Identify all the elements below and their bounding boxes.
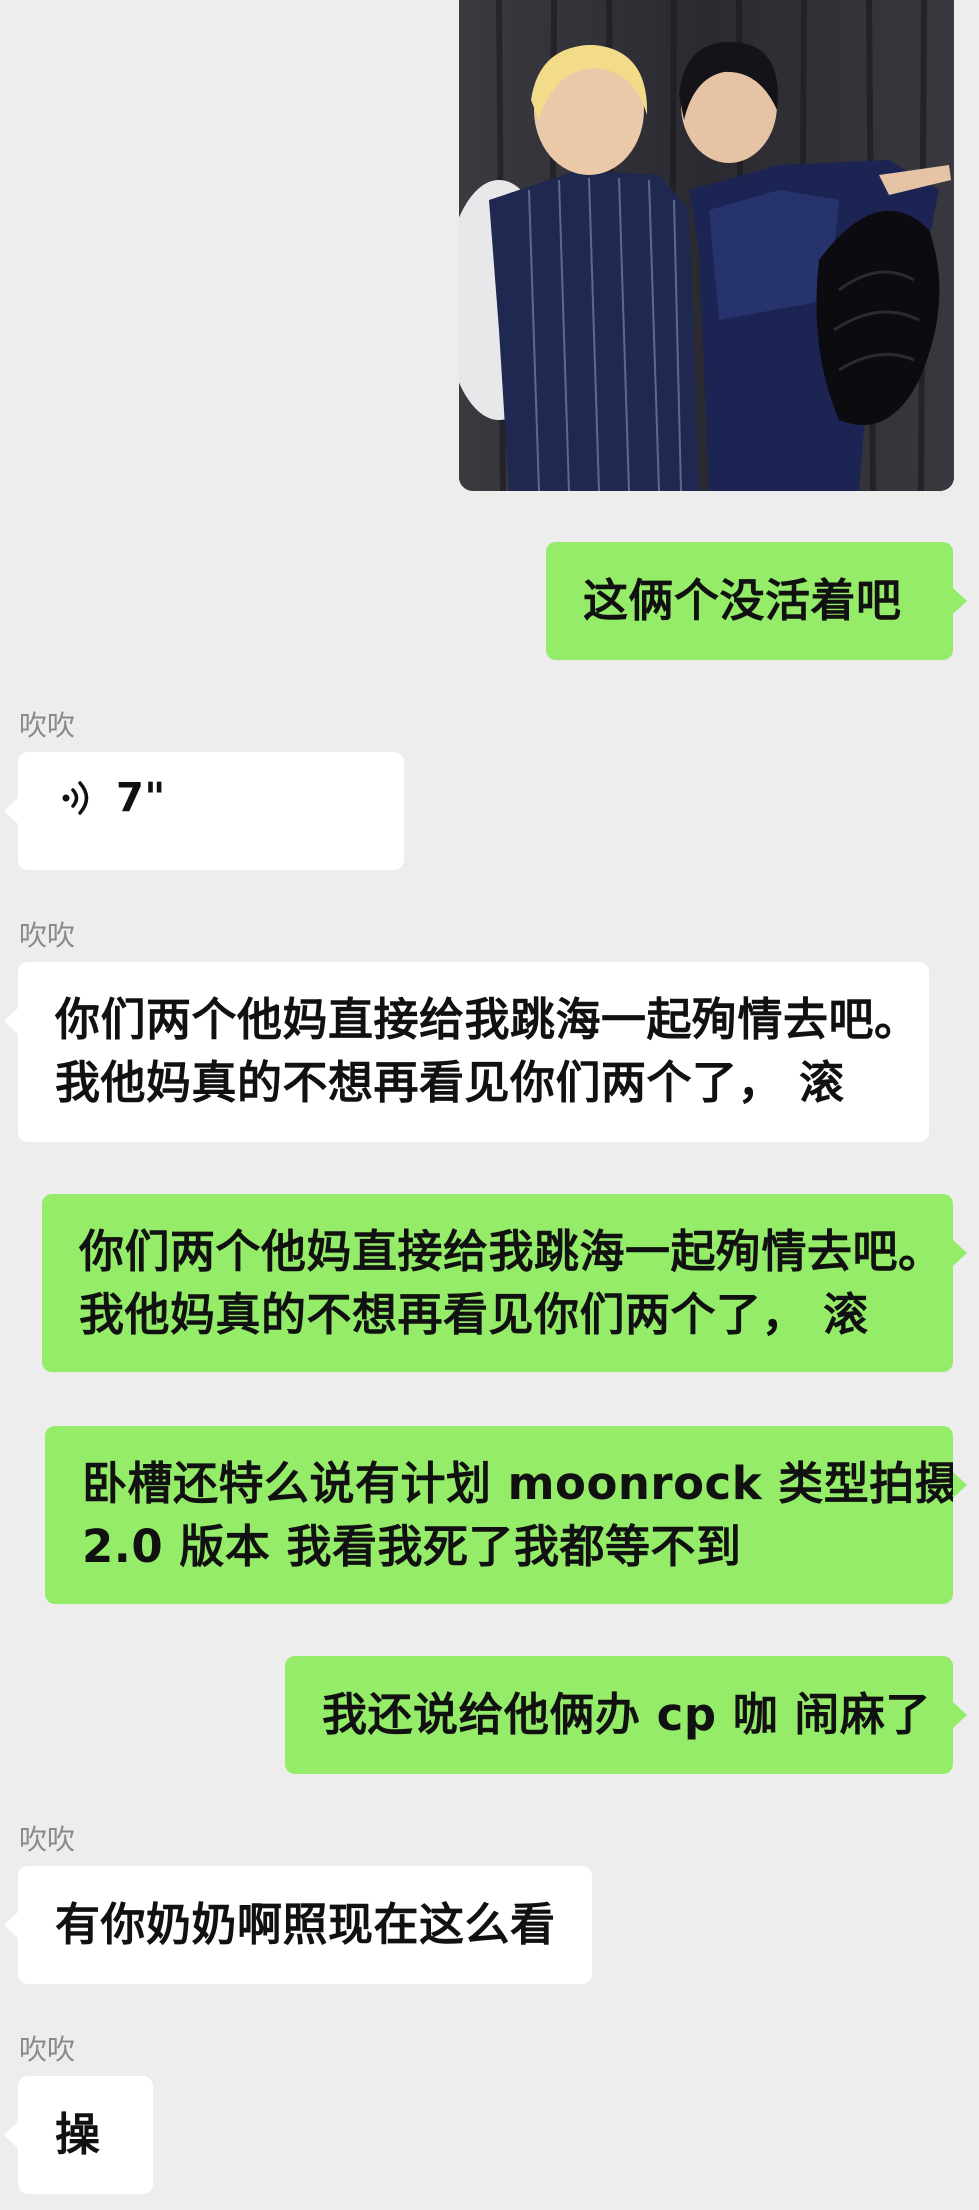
photo-image bbox=[459, 0, 954, 491]
message-bubble-incoming[interactable]: 有你奶奶啊照现在这么看 bbox=[18, 1866, 592, 1984]
bubble-tail bbox=[953, 588, 967, 614]
sender-name: 吹吹 bbox=[19, 1823, 76, 1856]
bubble-tail bbox=[4, 798, 18, 824]
voice-wave-icon bbox=[62, 781, 89, 815]
voice-message[interactable]: 7" bbox=[18, 752, 404, 870]
voice-duration: 7" bbox=[116, 775, 166, 821]
bubble-tail bbox=[953, 1472, 967, 1498]
message-bubble-outgoing[interactable]: 你们两个他妈直接给我跳海一起殉情去吧。 我他妈真的不想再看见你们两个了， 滚 bbox=[42, 1194, 953, 1372]
message-bubble-outgoing[interactable]: 这俩个没活着吧 bbox=[546, 542, 953, 660]
message-bubble-incoming[interactable]: 你们两个他妈直接给我跳海一起殉情去吧。 我他妈真的不想再看见你们两个了， 滚 bbox=[18, 962, 929, 1142]
message-text: 操 bbox=[55, 2108, 101, 2161]
message-line: 我他妈真的不想再看见你们两个了， 滚 bbox=[55, 1056, 845, 1109]
message-line: 你们两个他妈直接给我跳海一起殉情去吧。 bbox=[55, 993, 920, 1046]
message-bubble-outgoing[interactable]: 卧槽还特么说有计划 moonrock 类型拍摄 2.0 版本 我看我死了我都等不… bbox=[45, 1426, 953, 1604]
message-text: 我还说给他俩办 cp 咖 闹麻了 bbox=[322, 1688, 931, 1741]
bubble-tail bbox=[953, 1702, 967, 1728]
message-bubble-outgoing[interactable]: 我还说给他俩办 cp 咖 闹麻了 bbox=[285, 1656, 953, 1774]
message-line: 卧槽还特么说有计划 moonrock 类型拍摄 bbox=[82, 1457, 953, 1510]
message-text: 有你奶奶啊照现在这么看 bbox=[55, 1898, 556, 1951]
bubble-tail bbox=[4, 2122, 18, 2148]
sender-name: 吹吹 bbox=[19, 709, 76, 742]
bubble-tail bbox=[953, 1240, 967, 1266]
bubble-tail bbox=[4, 1008, 18, 1034]
message-line: 2.0 版本 我看我死了我都等不到 bbox=[82, 1520, 742, 1573]
message-text: 这俩个没活着吧 bbox=[583, 574, 902, 627]
bubble-tail bbox=[4, 1912, 18, 1938]
message-bubble-incoming[interactable]: 操 bbox=[18, 2076, 153, 2194]
sender-name: 吹吹 bbox=[19, 919, 76, 952]
photo-message[interactable] bbox=[459, 0, 954, 491]
message-line: 我他妈真的不想再看见你们两个了， 滚 bbox=[79, 1288, 869, 1341]
sender-name: 吹吹 bbox=[19, 2033, 76, 2066]
message-line: 你们两个他妈直接给我跳海一起殉情去吧。 bbox=[79, 1225, 944, 1278]
